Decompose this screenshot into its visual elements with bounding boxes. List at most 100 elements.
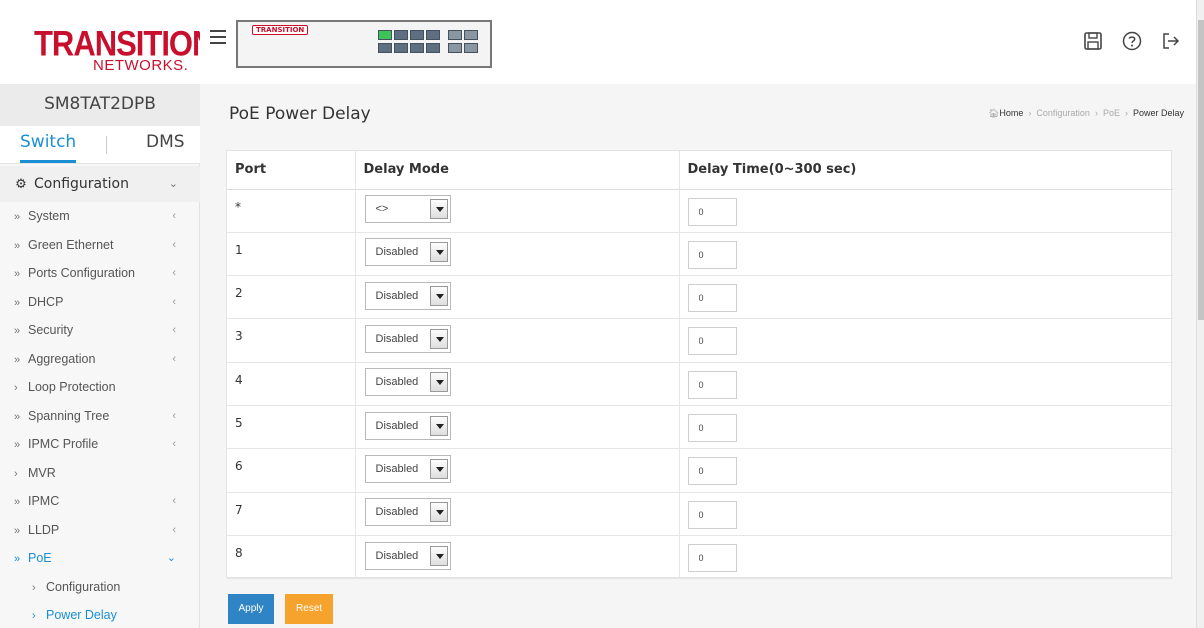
sidebar-item-poe[interactable]: » PoE ⌄ [0,544,200,573]
nav-marker-icon: » [14,353,21,366]
table-row: * <> [227,189,1173,233]
tab-dms[interactable]: DMS [146,132,185,152]
tab-switch[interactable]: Switch [20,132,77,163]
breadcrumb-poe[interactable]: PoE [1103,108,1120,118]
sidebar-item-system[interactable]: » System ‹ [0,202,200,231]
breadcrumb-separator: › [1028,108,1032,118]
sidebar-item-ports-configuration[interactable]: » Ports Configuration ‹ [0,259,200,288]
top-actions [1070,30,1182,52]
delay-mode-select[interactable]: Disabled [364,325,451,354]
delay-mode-select[interactable]: Disabled [364,541,451,570]
table-row: 2 Disabled [227,275,1173,320]
page-scrollbar[interactable] [1196,0,1204,628]
chevron-down-icon: ⌄ [168,177,178,190]
dropdown-arrow-icon[interactable] [429,415,448,436]
brand-logo[interactable]: TRANSITION NETWORKS. [0,0,214,84]
port-cell: 5 [227,405,356,450]
sidebar-item-security[interactable]: » Security ‹ [0,316,200,345]
sidebar-item-dhcp[interactable]: » DHCP ‹ [0,288,200,317]
dropdown-arrow-icon[interactable] [429,329,448,350]
dropdown-arrow-icon[interactable] [429,372,448,393]
port-cell: 4 [227,362,356,406]
sidebar-item-label: Spanning Tree [28,408,110,423]
breadcrumb-configuration[interactable]: Configuration [1036,108,1090,118]
dropdown-arrow-icon[interactable] [429,545,448,566]
logout-icon[interactable] [1160,30,1182,52]
sidebar-item-loop-protection[interactable]: › Loop Protection [0,373,200,402]
sidebar-item-aggregation[interactable]: » Aggregation ‹ [0,345,200,374]
nav-section-configuration[interactable]: ⚙ Configuration ⌄ [0,166,200,202]
reset-button[interactable]: Reset [285,594,334,624]
device-brand-label: TRANSITION [252,25,309,35]
device-sfp-port-icon [464,43,478,53]
sidebar-item-label: Ports Configuration [28,266,136,280]
breadcrumb-home[interactable]: Home [999,108,1023,118]
device-panel-image[interactable]: TRANSITION [236,20,492,68]
delay-mode-cell: Disabled [355,492,680,536]
sidebar-item-lldp[interactable]: » LLDP ‹ [0,516,200,545]
delay-mode-value: Disabled [375,506,419,519]
power-delay-table: Port Delay Mode Delay Time(0~300 sec) * <… [227,151,1173,580]
sidebar-item-spanning-tree[interactable]: » Spanning Tree ‹ [0,402,200,431]
table-row: 7 Disabled [227,492,1173,536]
scrollbar-thumb[interactable] [1198,20,1204,320]
expand-arrow-icon: ‹ [172,324,176,336]
delay-mode-select[interactable]: Disabled [364,281,451,310]
save-icon[interactable] [1082,30,1104,52]
delay-mode-cell: Disabled [355,318,680,363]
tab-divider [106,136,107,154]
sidebar-item-label: System [28,209,70,223]
sidebar-item-ipmc[interactable]: » IPMC ‹ [0,487,200,516]
breadcrumb-separator: › [1094,108,1098,118]
expand-arrow-icon: ‹ [172,438,176,450]
port-cell: 3 [227,318,356,363]
table-body: *<>1Disabled2Disabled3Disabled4Disabled5… [227,189,1173,580]
delay-time-input[interactable] [687,543,737,572]
dropdown-arrow-icon[interactable] [429,242,448,263]
sidebar-subitem-label: Configuration [46,579,121,594]
column-header-port: Port [227,151,356,190]
apply-button[interactable]: Apply [228,594,274,624]
expand-arrow-icon: ‹ [172,210,176,222]
nav-items: » System ‹ » Green Ethernet ‹ » Ports Configura… [0,202,200,628]
delay-time-input[interactable] [687,413,737,442]
sidebar-item-label: LLDP [28,522,60,537]
delay-mode-select[interactable]: Disabled [364,368,451,397]
help-icon[interactable] [1121,30,1143,52]
sidebar-item-label: IPMC Profile [28,437,99,451]
dropdown-arrow-icon[interactable] [429,458,448,479]
delay-mode-select[interactable]: Disabled [364,454,451,483]
delay-mode-select[interactable]: Disabled [364,238,451,267]
sidebar-item-ipmc-profile[interactable]: » IPMC Profile ‹ [0,430,200,459]
menu-toggle-icon[interactable] [210,30,226,44]
delay-mode-value: Disabled [375,462,419,475]
delay-time-input[interactable] [687,327,737,356]
expand-arrow-icon: ‹ [172,295,176,308]
dropdown-arrow-icon[interactable] [429,502,448,523]
expand-arrow-icon: ‹ [172,495,176,507]
delay-mode-select[interactable]: Disabled [364,498,451,527]
delay-time-input[interactable] [687,500,737,529]
delay-time-input[interactable] [687,284,737,313]
nav-marker-icon: » [14,268,21,280]
delay-mode-select[interactable]: <> [364,195,451,224]
delay-time-input[interactable] [687,240,737,269]
sidebar-item-green-ethernet[interactable]: » Green Ethernet ‹ [0,231,200,260]
delay-time-cell [679,535,1173,580]
delay-time-input[interactable] [687,370,737,399]
dropdown-arrow-icon[interactable] [429,199,448,220]
delay-mode-select[interactable]: Disabled [364,411,451,440]
sidebar-item-mvr[interactable]: › MVR [0,459,200,488]
delay-time-input[interactable] [687,197,737,226]
gear-icon: ⚙ [15,177,27,192]
delay-time-input[interactable] [687,457,737,486]
delay-mode-value: <> [375,203,389,216]
sidebar-subitem-configuration[interactable]: › Configuration [0,573,200,602]
dropdown-arrow-icon[interactable] [429,285,448,306]
sidebar-subitem-power-delay[interactable]: › Power Delay [0,601,200,628]
table-row: 8 Disabled [227,535,1173,580]
device-port-icon [378,30,392,40]
sidebar-item-label: Loop Protection [28,380,116,394]
app-root: TRANSITION NETWORKS. SM8TAT2DPB Switch D… [0,0,1204,628]
nav-marker-icon: » [14,239,21,252]
